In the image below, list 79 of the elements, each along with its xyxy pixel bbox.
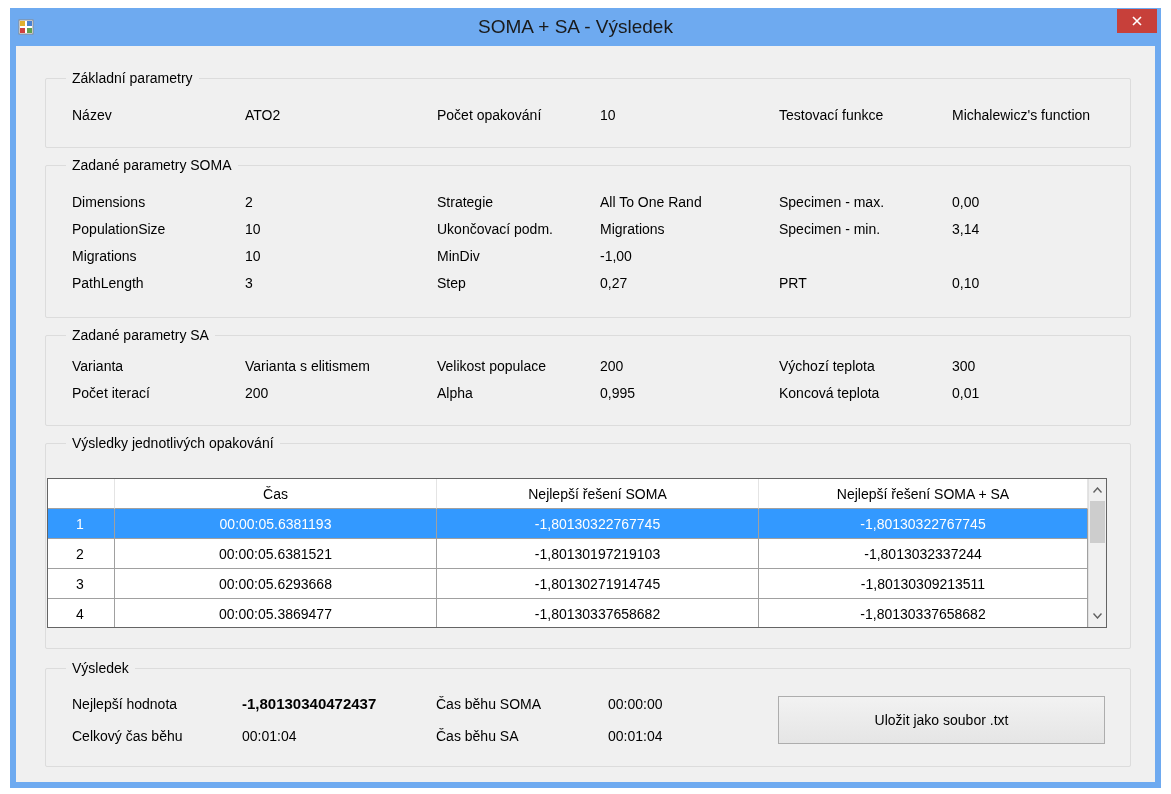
table-cell: 00:00:05.6381193 xyxy=(115,509,437,539)
field-label: PathLength xyxy=(72,275,145,291)
field-value: -1,00 xyxy=(600,248,633,264)
field-label: Čas běhu SOMA xyxy=(436,695,543,712)
app-icon xyxy=(18,19,34,35)
table-cell: -1,80130322767745 xyxy=(759,509,1088,539)
group-title: Zadané parametry SA xyxy=(66,327,215,343)
field-label: Testovací funkce xyxy=(779,107,885,123)
field-label: Koncová teplota xyxy=(779,385,881,401)
table-cell: -1,80130271914745 xyxy=(437,569,759,599)
field-value: 00:01:04 xyxy=(608,728,664,744)
table-cell: -1,80130337658682 xyxy=(437,599,759,627)
scroll-down-icon[interactable] xyxy=(1093,613,1102,619)
group-title: Výsledky jednotlivých opakování xyxy=(66,435,280,451)
scrollbar[interactable] xyxy=(1088,479,1106,627)
field-value: ATO2 xyxy=(245,107,282,123)
field-value: 10 xyxy=(245,248,262,264)
field-value: 200 xyxy=(245,385,270,401)
field-value: 0,10 xyxy=(952,275,981,291)
close-icon[interactable] xyxy=(1132,16,1142,26)
table-cell: -1,80130322767745 xyxy=(437,509,759,539)
group-title: Výsledek xyxy=(66,660,135,676)
table-cell: -1,80130309213511 xyxy=(759,569,1088,599)
field-label: Čas běhu SA xyxy=(436,728,520,744)
field-label: Celkový čas běhu xyxy=(72,728,184,744)
column-header[interactable]: Nejlepší řešení SOMA + SA xyxy=(759,479,1088,509)
scroll-up-icon[interactable] xyxy=(1093,487,1102,493)
group-title: Základní parametry xyxy=(66,70,199,86)
field-value: Migrations xyxy=(600,221,666,237)
field-value: 0,01 xyxy=(952,385,981,401)
row-header[interactable]: 3 xyxy=(48,569,115,599)
field-label: Ukončovací podm. xyxy=(437,221,554,237)
field-label: Specimen - min. xyxy=(779,221,882,237)
field-value: 3 xyxy=(245,275,254,291)
field-label: Název xyxy=(72,107,113,123)
row-header[interactable]: 4 xyxy=(48,599,115,627)
table-cell: 00:00:05.6293668 xyxy=(115,569,437,599)
field-value: Varianta s elitismem xyxy=(245,358,371,374)
table-cell: 00:00:05.6381521 xyxy=(115,539,437,569)
field-value: All To One Rand xyxy=(600,194,703,210)
field-label: Dimensions xyxy=(72,194,147,210)
field-value: 0,27 xyxy=(600,275,629,291)
table-cell: -1,80130197219103 xyxy=(437,539,759,569)
scroll-thumb[interactable] xyxy=(1090,501,1105,543)
column-header[interactable]: Čas xyxy=(115,479,437,509)
field-label: Alpha xyxy=(437,385,474,401)
field-label: Velikost populace xyxy=(437,358,547,374)
field-label: PRT xyxy=(779,275,808,291)
field-label: Počet iterací xyxy=(72,385,151,401)
field-label: Počet opakování xyxy=(437,107,543,123)
field-value: 00:01:04 xyxy=(242,728,298,744)
row-header[interactable]: 2 xyxy=(48,539,115,569)
field-label: Varianta xyxy=(72,358,125,374)
field-value: 00:00:00 xyxy=(608,695,664,712)
field-value: 0,995 xyxy=(600,385,637,401)
field-value: 200 xyxy=(600,358,625,374)
field-value: 300 xyxy=(952,358,977,374)
field-value: 0,00 xyxy=(952,194,981,210)
field-label: Migrations xyxy=(72,248,138,264)
window-title: SOMA + SA - Výsledek xyxy=(477,16,674,38)
save-button[interactable]: Uložit jako soubor .txt xyxy=(778,695,1105,744)
close-button[interactable] xyxy=(1117,9,1157,33)
field-value: 3,14 xyxy=(952,221,981,237)
column-header[interactable]: Nejlepší řešení SOMA xyxy=(437,479,759,509)
field-label: Nejlepší hodnota xyxy=(72,695,179,712)
field-label: Výchozí teplota xyxy=(779,358,876,374)
field-value: Michalewicz's function xyxy=(952,107,1092,123)
field-label: Step xyxy=(437,275,467,291)
table-cell: -1,8013032337244 xyxy=(759,539,1088,569)
field-value: 10 xyxy=(245,221,262,237)
field-label: PopulationSize xyxy=(72,221,167,237)
field-value: 10 xyxy=(600,107,617,123)
table-cell: 00:00:05.3869477 xyxy=(115,599,437,627)
field-value: 2 xyxy=(245,194,254,210)
group-title: Zadané parametry SOMA xyxy=(66,157,238,173)
field-label: Strategie xyxy=(437,194,495,210)
field-label: MinDiv xyxy=(437,248,481,264)
field-value: -1,80130340472437 xyxy=(242,695,378,712)
field-label: Specimen - max. xyxy=(779,194,886,210)
